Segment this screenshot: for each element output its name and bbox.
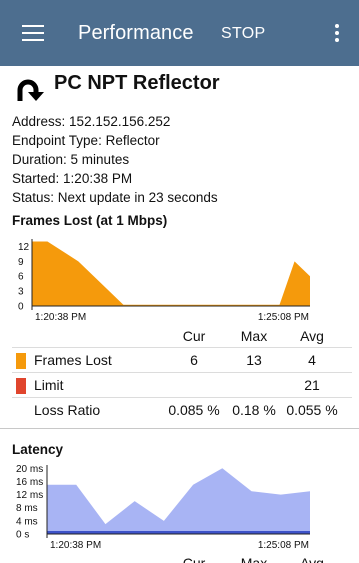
x-start-label: 1:20:38 PM (50, 540, 101, 551)
x-start-label: 1:20:38 PM (35, 312, 86, 322)
u-turn-arrow-icon (17, 79, 44, 101)
detail-value: 5 minutes (70, 152, 130, 167)
detail-label: Started: (12, 171, 60, 186)
col-cur-header: Cur (182, 328, 206, 344)
y-tick-label: 12 (18, 242, 30, 253)
y-tick-label: 20 ms (16, 464, 43, 475)
x-end-label: 1:25:08 PM (258, 312, 309, 322)
detail-duration: Duration: 5 minutes (12, 150, 218, 169)
avg-value: 4 (308, 352, 316, 368)
test-header: PC NPT Reflector (12, 66, 352, 106)
section-divider (0, 428, 359, 429)
cur-value: 6 (190, 352, 198, 368)
app-bar-title: Performance (78, 22, 194, 44)
y-tick-label: 9 (18, 257, 24, 268)
latency-title: Latency (12, 442, 64, 457)
max-value: 13 (246, 352, 262, 368)
detail-value: 1:20:38 PM (63, 171, 133, 186)
y-tick-label: 6 (18, 272, 24, 283)
stats-row-frames-lost: Frames Lost 6 13 4 (12, 347, 352, 372)
detail-endpoint-type: Endpoint Type: Reflector (12, 131, 218, 150)
test-name: PC NPT Reflector (54, 72, 220, 94)
latency-chart: 20 ms 16 ms 12 ms 8 ms 4 ms 0 s 1:20:38 PM 1:25… (16, 464, 310, 551)
detail-address: Address: 152.152.156.252 (12, 112, 218, 131)
avg-value: 21 (304, 377, 320, 393)
stop-button[interactable]: STOP (221, 25, 265, 43)
test-details: Address: 152.152.156.252 Endpoint Type: … (12, 112, 218, 207)
frames-lost-chart: 12 9 6 3 0 1:20:38 PM 1:25:08 PM (18, 239, 310, 322)
frames-lost-title: Frames Lost (at 1 Mbps) (12, 213, 168, 228)
col-max-header: Max (240, 555, 268, 563)
col-cur-header: Cur (182, 555, 206, 563)
y-tick-label: 12 ms (16, 490, 43, 501)
detail-label: Duration: (12, 152, 67, 167)
col-avg-header: Avg (300, 328, 324, 344)
detail-value: Next update in 23 seconds (57, 190, 218, 205)
cur-value: 0.085 % (168, 402, 220, 418)
row-label: Loss Ratio (34, 402, 101, 418)
y-tick-label: 16 ms (16, 477, 43, 488)
y-tick-label: 0 s (16, 530, 29, 541)
y-tick-label: 4 ms (16, 516, 38, 527)
detail-label: Address: (12, 114, 66, 129)
detail-status: Status: Next update in 23 seconds (12, 188, 218, 207)
detail-label: Status: (12, 190, 55, 205)
max-value: 0.18 % (232, 402, 276, 418)
col-max-header: Max (240, 328, 268, 344)
stats-header-row: Cur Max Avg (12, 324, 352, 346)
latency-stats-table: Cur Max Avg (12, 551, 352, 563)
frames-lost-swatch (16, 353, 26, 369)
y-tick-label: 0 (18, 302, 24, 313)
stats-row-loss-ratio: Loss Ratio 0.085 % 0.18 % 0.055 % (12, 397, 352, 422)
col-avg-header: Avg (300, 555, 324, 563)
hamburger-menu-icon[interactable] (22, 25, 44, 41)
detail-value: 152.152.156.252 (69, 114, 171, 129)
y-tick-label: 3 (18, 287, 24, 298)
app-bar: Performance STOP (0, 0, 359, 66)
detail-value: Reflector (105, 133, 160, 148)
x-end-label: 1:25:08 PM (258, 540, 309, 551)
more-vert-icon[interactable] (333, 24, 341, 42)
stats-row-limit: Limit 21 (12, 372, 352, 397)
stats-header-row: Cur Max Avg (12, 551, 352, 563)
y-tick-label: 8 ms (16, 503, 38, 514)
avg-value: 0.055 % (286, 402, 338, 418)
series-area (32, 241, 310, 306)
row-label: Limit (34, 377, 64, 393)
detail-started: Started: 1:20:38 PM (12, 169, 218, 188)
limit-swatch (16, 378, 26, 394)
frames-stats-table: Cur Max Avg Frames Lost 6 13 4 Limit 21 … (12, 322, 352, 426)
series-area (47, 468, 310, 534)
detail-label: Endpoint Type: (12, 133, 102, 148)
row-label: Frames Lost (34, 352, 112, 368)
